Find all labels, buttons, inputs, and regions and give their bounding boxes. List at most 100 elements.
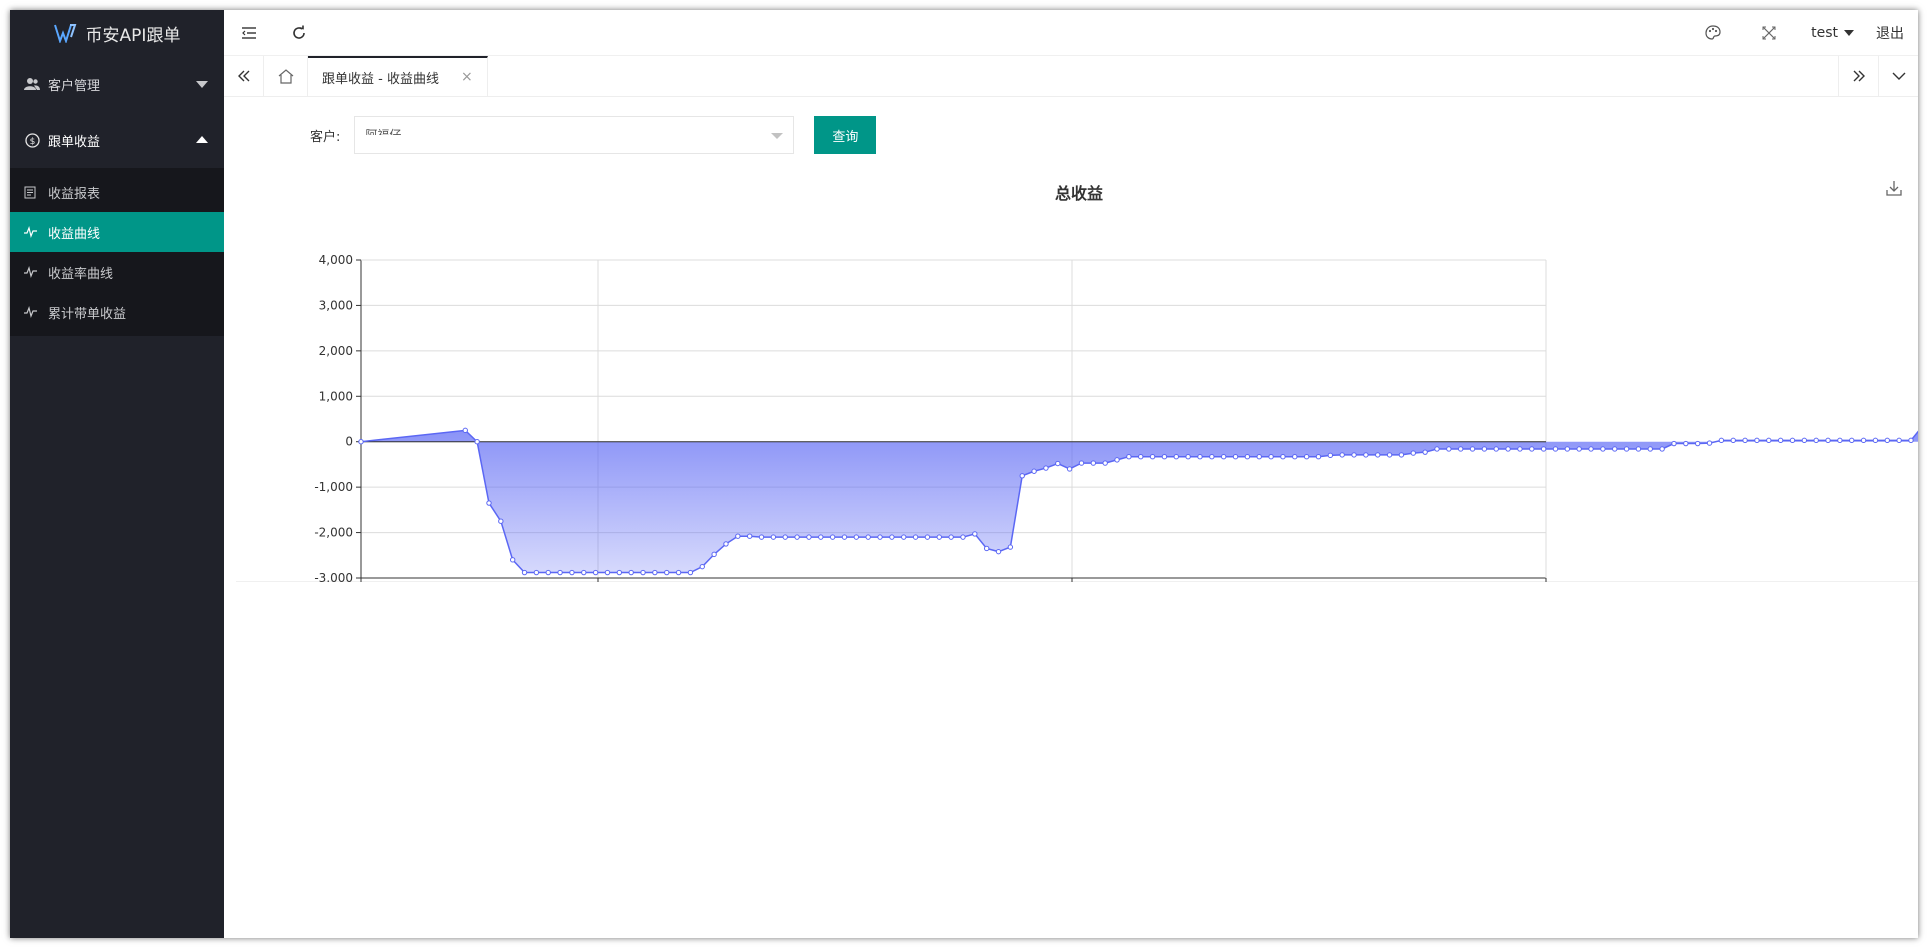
palette-icon xyxy=(1705,25,1721,40)
data-point xyxy=(1505,446,1511,452)
tabs-menu-button[interactable] xyxy=(1878,56,1918,96)
double-chevron-left-icon xyxy=(237,70,249,82)
sidebar-item-label: 累计带单收益 xyxy=(48,306,127,322)
data-point xyxy=(770,534,777,540)
data-point xyxy=(1386,452,1393,458)
y-tick-label: 3,000 xyxy=(319,298,353,312)
data-point xyxy=(1114,457,1120,463)
data-point xyxy=(829,534,836,540)
menu-group-label: 跟单收益 xyxy=(48,134,101,150)
data-point xyxy=(936,534,942,540)
data-point xyxy=(1244,454,1251,460)
logout-link[interactable]: 退出 xyxy=(1868,23,1918,43)
data-point xyxy=(746,533,753,539)
customer-select[interactable]: 阿福仔 xyxy=(354,116,795,154)
refresh-button[interactable] xyxy=(274,10,324,56)
sidebar-item-label: 收益报表 xyxy=(48,186,101,202)
data-point xyxy=(1469,446,1476,452)
data-point xyxy=(1410,450,1416,456)
data-point xyxy=(1256,454,1262,460)
data-point xyxy=(1754,437,1760,444)
data-point xyxy=(1055,460,1061,467)
data-point xyxy=(1742,437,1748,444)
data-point xyxy=(1339,452,1345,458)
data-point xyxy=(569,569,575,576)
data-point xyxy=(1363,452,1369,458)
data-point xyxy=(1185,454,1191,460)
data-point xyxy=(581,569,587,576)
app-window: 币安API跟单 客户管理 $ 跟单收益 收益报表 收益曲线 收益率曲线 累计带单… xyxy=(10,10,1918,938)
data-point xyxy=(735,533,741,539)
fullscreen-button[interactable] xyxy=(1741,10,1797,56)
data-point xyxy=(1149,454,1156,460)
data-point xyxy=(1789,437,1796,444)
menu-group-customers[interactable]: 客户管理 xyxy=(10,56,224,112)
data-point xyxy=(358,439,364,445)
y-tick-label: 2,000 xyxy=(319,344,353,358)
menu-group-follow-profit[interactable]: $ 跟单收益 xyxy=(10,112,224,168)
data-point xyxy=(486,500,492,506)
y-tick-label: 4,000 xyxy=(319,253,353,267)
data-point xyxy=(1327,452,1334,459)
data-point xyxy=(1884,437,1890,444)
toggle-sidebar-button[interactable] xyxy=(224,10,274,56)
users-icon xyxy=(24,76,40,92)
data-point xyxy=(1849,437,1855,444)
tab-home[interactable] xyxy=(264,56,308,96)
data-point xyxy=(533,569,540,576)
y-tick-label: -2,000 xyxy=(314,526,353,540)
data-point xyxy=(889,534,895,540)
sidebar-item-profit-rate-curve[interactable]: 收益率曲线 xyxy=(10,252,224,292)
data-point xyxy=(1280,454,1286,460)
data-point xyxy=(1031,468,1037,474)
data-point xyxy=(592,569,599,576)
theme-button[interactable] xyxy=(1685,10,1741,56)
data-point xyxy=(723,541,729,547)
app-logo[interactable]: 币安API跟单 xyxy=(10,10,224,56)
data-point xyxy=(1600,446,1606,452)
data-point xyxy=(1493,446,1499,452)
sidebar-item-cumulative-profit[interactable]: 累计带单收益 xyxy=(10,292,224,332)
data-point xyxy=(1161,454,1168,460)
customer-label: 客户: xyxy=(310,129,341,145)
tabs-scroll-right-button[interactable] xyxy=(1838,56,1878,96)
data-point xyxy=(1694,440,1701,447)
user-menu[interactable]: test xyxy=(1797,25,1868,41)
data-point xyxy=(1315,454,1322,460)
logo-icon xyxy=(53,24,76,43)
close-icon[interactable]: × xyxy=(461,69,473,85)
data-point xyxy=(1564,446,1571,452)
data-point xyxy=(687,569,694,576)
data-point xyxy=(1007,544,1014,550)
tab-profit-curve[interactable]: 跟单收益 - 收益曲线 × xyxy=(308,56,488,96)
data-point xyxy=(1825,437,1831,444)
download-button[interactable] xyxy=(1886,180,1902,200)
y-tick-label: -1,000 xyxy=(314,480,353,494)
tabs-right-controls xyxy=(1838,56,1918,96)
data-point xyxy=(877,534,883,540)
data-point xyxy=(1043,465,1049,471)
header-right: test 退出 xyxy=(1685,10,1918,56)
top-header: test 退出 xyxy=(224,10,1918,56)
sidebar-item-label: 收益率曲线 xyxy=(48,266,114,282)
data-point xyxy=(1635,446,1642,452)
data-point xyxy=(498,518,504,524)
data-point xyxy=(1422,449,1428,455)
data-point xyxy=(1706,440,1713,446)
data-point xyxy=(1766,437,1772,444)
data-point xyxy=(1872,437,1879,444)
data-point xyxy=(521,569,528,576)
data-point xyxy=(806,534,812,540)
sidebar-item-profit-curve[interactable]: 收益曲线 xyxy=(10,212,224,252)
data-point xyxy=(1813,437,1819,444)
data-point xyxy=(1612,446,1618,452)
tab-bar: 跟单收益 - 收益曲线 × xyxy=(224,56,1918,97)
query-button[interactable]: 查询 xyxy=(814,116,877,154)
data-point xyxy=(1066,466,1073,472)
data-point xyxy=(1090,460,1097,466)
sidebar-item-profit-report[interactable]: 收益报表 xyxy=(10,172,224,212)
tabs-scroll-left-button[interactable] xyxy=(224,56,264,96)
data-point xyxy=(1102,460,1108,466)
data-point xyxy=(1540,446,1547,452)
data-point xyxy=(1303,454,1310,460)
